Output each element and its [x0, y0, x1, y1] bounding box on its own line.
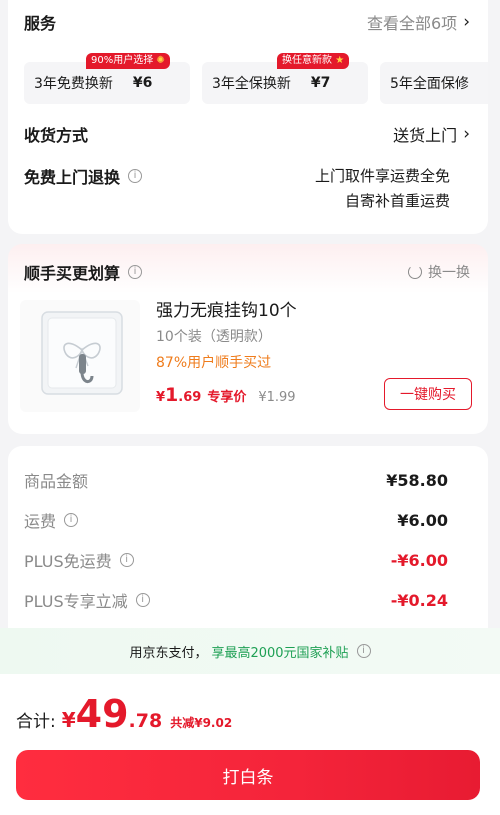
price-tag: 专享价 — [207, 390, 247, 405]
delivery-value: 送货上门 — [393, 126, 458, 145]
refresh-icon — [408, 265, 422, 279]
original-price: ¥1.99 — [258, 390, 296, 405]
price-row-value: -¥6.00 — [390, 550, 448, 570]
price-integer: 1 — [165, 384, 179, 406]
return-label: 免费上门退换 — [24, 168, 121, 187]
banner-highlight: 享最高2000元国家补贴 — [211, 645, 349, 661]
refresh-button[interactable]: 换一换 — [408, 262, 470, 282]
price-row-value: -¥0.24 — [390, 590, 448, 610]
info-icon[interactable]: i — [128, 265, 143, 279]
one-click-buy-button[interactable]: 一键购买 — [384, 378, 472, 410]
service-option-price: ¥6 — [132, 75, 153, 91]
price-row-plus-discount: PLUS专享立减 i -¥0.24 — [24, 588, 448, 612]
total-integer: 49 — [75, 692, 129, 736]
banner-text: 用京东支付， — [129, 645, 208, 661]
info-icon[interactable]: i — [356, 644, 371, 658]
return-label-group: 免费上门退换 i — [24, 164, 143, 188]
delivery-label: 收货方式 — [24, 126, 89, 145]
price-breakdown-card: 商品金额 ¥58.80 运费 i ¥6.00 PLUS免运费 i -¥6.00 PL… — [8, 446, 488, 646]
bundle-title-group: 顺手买更划算 i — [24, 260, 143, 284]
pay-button[interactable]: 打白条 — [16, 750, 480, 800]
return-line-2: 自寄补首重运费 — [344, 192, 450, 210]
total-saved: 共减¥9.02 — [170, 716, 233, 730]
chevron-right-icon: › — [463, 124, 470, 144]
services-view-all[interactable]: 查看全部6项 › — [367, 10, 470, 34]
price-row-shipping: 运费 i ¥6.00 — [24, 508, 448, 532]
price-decimal: .69 — [178, 390, 202, 405]
service-option-price: ¥7 — [310, 75, 331, 91]
product-thumbnail[interactable] — [20, 300, 140, 412]
star-icon: ★ — [335, 55, 345, 66]
services-title: 服务 — [24, 14, 57, 33]
order-total: 合计: ¥ 49 .78 共减¥9.02 — [16, 692, 232, 736]
price-row-value: ¥6.00 — [397, 510, 448, 530]
info-icon[interactable]: i — [64, 513, 79, 527]
service-option-label: 5年全面保修 — [390, 76, 469, 92]
services-card: 服务 查看全部6项 › 3年免费换新 ¥6 3年全保换新 ¥7 5年全面保修 9… — [8, 0, 488, 234]
return-line-1: 上门取件享运费全免 — [314, 167, 450, 185]
product-spec: 10个装（透明款） — [156, 329, 272, 345]
price-row-goods: 商品金额 ¥58.80 — [24, 468, 448, 492]
service-badge-new: 换任意新款 ★ — [277, 53, 350, 69]
checkout-bar: 合计: ¥ 49 .78 共减¥9.02 打白条 — [0, 674, 500, 815]
sparkle-icon: ✺ — [156, 55, 165, 66]
chevron-right-icon: › — [463, 12, 470, 32]
info-icon[interactable]: i — [119, 553, 134, 567]
service-option-3[interactable]: 5年全面保修 — [380, 62, 488, 104]
total-decimal: .78 — [128, 710, 163, 732]
delivery-row[interactable]: 收货方式 送货上门 › — [24, 122, 470, 146]
price-row-plus-free-shipping: PLUS免运费 i -¥6.00 — [24, 548, 448, 572]
return-detail: 上门取件享运费全免 自寄补首重运费 — [315, 164, 450, 214]
price-row-label: 运费 — [24, 512, 57, 531]
product-note: 87%用户顺手买过 — [156, 355, 272, 371]
bundle-title: 顺手买更划算 — [24, 264, 121, 283]
product-name[interactable]: 强力无痕挂钩10个 — [156, 296, 297, 321]
total-label: 合计: — [16, 712, 56, 732]
jd-pay-subsidy-banner[interactable]: 用京东支付， 享最高2000元国家补贴 i — [0, 628, 500, 674]
service-option-label: 3年免费换新 — [34, 76, 113, 92]
refresh-label: 换一换 — [428, 265, 470, 281]
price-row-value: ¥58.80 — [386, 470, 448, 490]
service-badge-popular: 90%用户选择 ✺ — [86, 53, 170, 69]
total-symbol: ¥ — [61, 708, 76, 732]
price-row-label: PLUS专享立减 — [24, 592, 128, 611]
price-row-label: 商品金额 — [24, 472, 89, 491]
view-all-label: 查看全部6项 — [367, 14, 458, 33]
price-row-label: PLUS免运费 — [24, 552, 112, 571]
service-option-label: 3年全保换新 — [212, 76, 291, 92]
price-symbol: ¥ — [156, 390, 166, 405]
hook-product-image — [41, 311, 123, 395]
bundle-card: 顺手买更划算 i 换一换 强力无痕挂钩10个 10个装（透明款） 87%用户顺手… — [8, 244, 488, 434]
info-icon[interactable]: i — [135, 593, 150, 607]
info-icon[interactable]: i — [128, 169, 143, 183]
product-price: ¥ 1 .69 专享价 ¥1.99 — [156, 384, 296, 406]
